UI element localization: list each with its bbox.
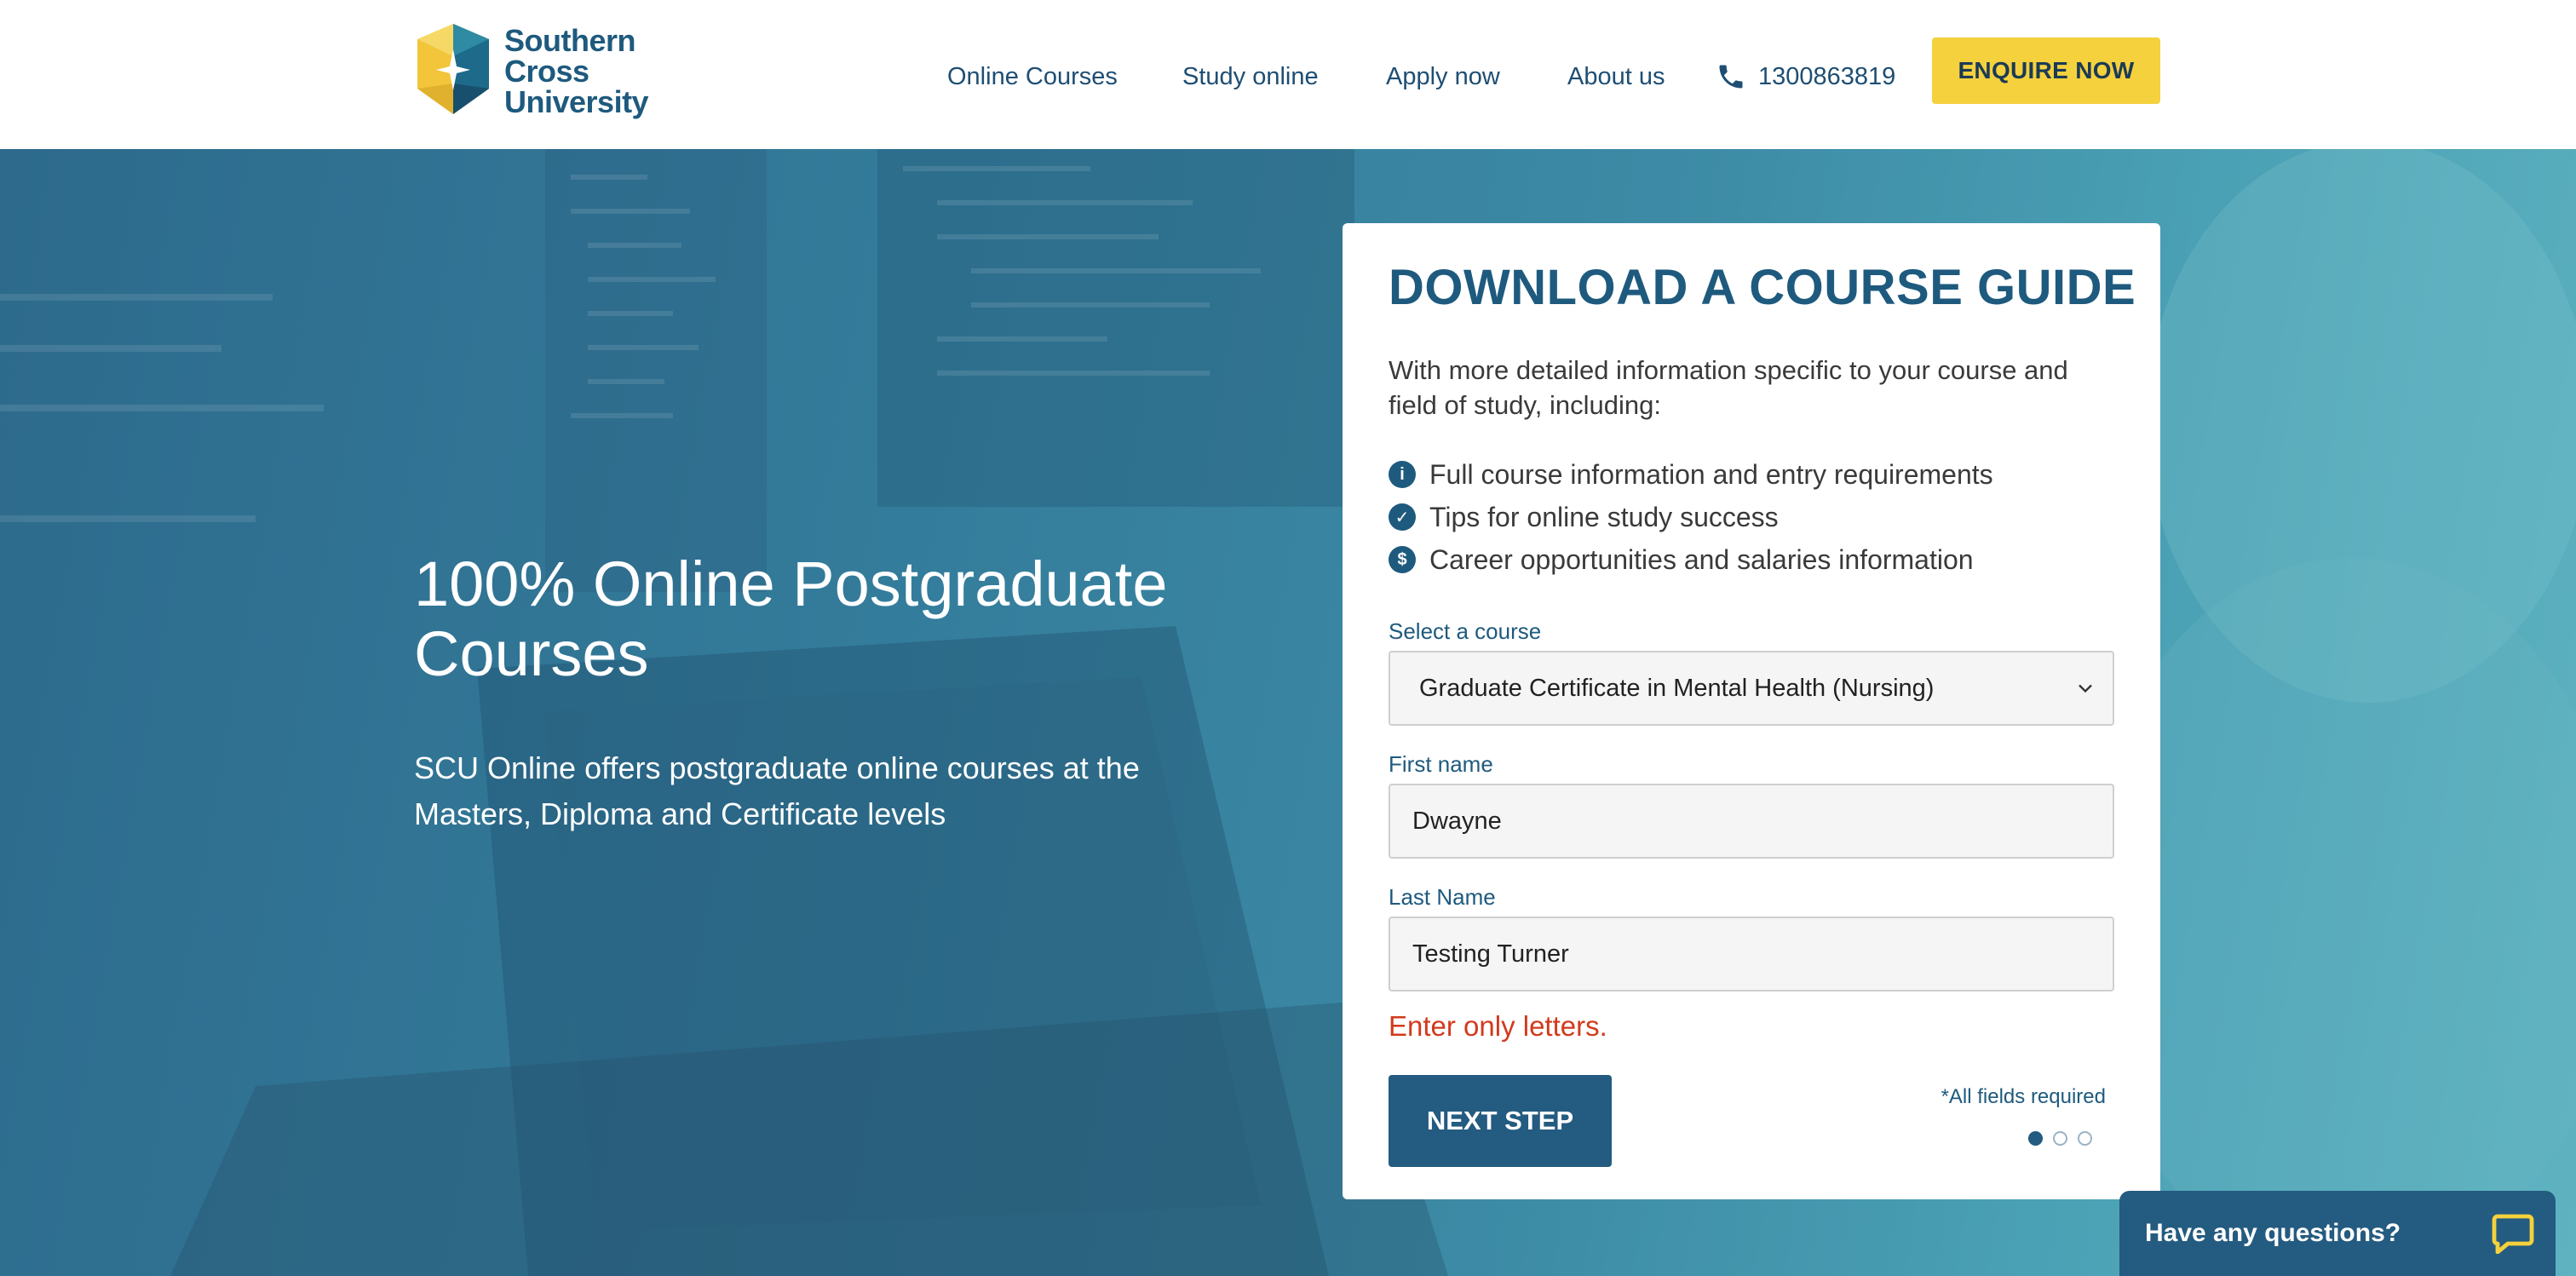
logo-line-1: Southern Cross	[504, 23, 636, 89]
site-header: Southern Cross University Online Courses…	[0, 0, 2576, 149]
first-name-label: First name	[1389, 751, 1493, 777]
last-name-label: Last Name	[1389, 884, 1496, 910]
logo-line-2: University	[504, 84, 649, 119]
chat-widget[interactable]: Have any questions?	[2119, 1191, 2556, 1276]
next-step-button[interactable]: NEXT STEP	[1389, 1075, 1612, 1167]
phone-number: 1300863819	[1758, 62, 1896, 90]
benefit-text: Full course information and entry requir…	[1429, 458, 1993, 490]
last-name-input[interactable]: Testing Turner	[1389, 917, 2114, 991]
nav-apply-now[interactable]: Apply now	[1386, 56, 1500, 97]
phone-link[interactable]: 1300863819	[1716, 56, 1895, 97]
hero-subtitle: SCU Online offers postgraduate online co…	[414, 750, 1140, 831]
course-select-label: Select a course	[1389, 618, 1542, 644]
course-guide-form: DOWNLOAD A COURSE GUIDE With more detail…	[1343, 223, 2160, 1199]
chevron-down-icon	[2079, 684, 2092, 693]
hero-section: 100% Online Postgraduate Courses SCU Onl…	[0, 149, 2576, 1276]
check-icon: ✓	[1389, 503, 1416, 531]
chat-label: Have any questions?	[2145, 1219, 2401, 1247]
step-dot-2	[2053, 1131, 2067, 1146]
logo-wordmark: Southern Cross University	[504, 26, 721, 118]
form-title: DOWNLOAD A COURSE GUIDE	[1389, 260, 2136, 315]
step-dot-1	[2028, 1131, 2043, 1146]
logo-shield-icon	[417, 24, 489, 114]
first-name-input[interactable]: Dwayne	[1389, 784, 2114, 859]
nav-about-us[interactable]: About us	[1567, 56, 1665, 97]
benefit-item: $ Career opportunities and salaries info…	[1389, 538, 2121, 581]
university-logo[interactable]: Southern Cross University	[414, 22, 721, 118]
info-icon: i	[1389, 461, 1416, 488]
dollar-icon: $	[1389, 546, 1416, 573]
benefit-text: Career opportunities and salaries inform…	[1429, 543, 1974, 575]
last-name-error: Enter only letters.	[1389, 1010, 1607, 1042]
course-select-value: Graduate Certificate in Mental Health (N…	[1419, 674, 1935, 702]
nav-study-online[interactable]: Study online	[1182, 56, 1319, 97]
nav-online-courses[interactable]: Online Courses	[947, 56, 1118, 97]
enquire-now-button[interactable]: ENQUIRE NOW	[1932, 37, 2160, 104]
step-dot-3	[2078, 1131, 2092, 1146]
benefit-list: i Full course information and entry requ…	[1389, 453, 2121, 581]
required-note: *All fields required	[1941, 1085, 2106, 1108]
benefit-item: i Full course information and entry requ…	[1389, 453, 2121, 496]
phone-icon	[1719, 65, 1743, 89]
hero-background-image	[0, 149, 2576, 1276]
step-indicator	[2018, 1131, 2092, 1146]
course-select[interactable]: Graduate Certificate in Mental Health (N…	[1389, 651, 2114, 726]
hero-title: 100% Online Postgraduate Courses	[414, 549, 1168, 689]
form-intro: With more detailed information specific …	[1389, 355, 2068, 420]
benefit-item: ✓ Tips for online study success	[1389, 496, 2121, 538]
chat-bubble-icon	[2492, 1214, 2534, 1254]
benefit-text: Tips for online study success	[1429, 501, 1779, 532]
